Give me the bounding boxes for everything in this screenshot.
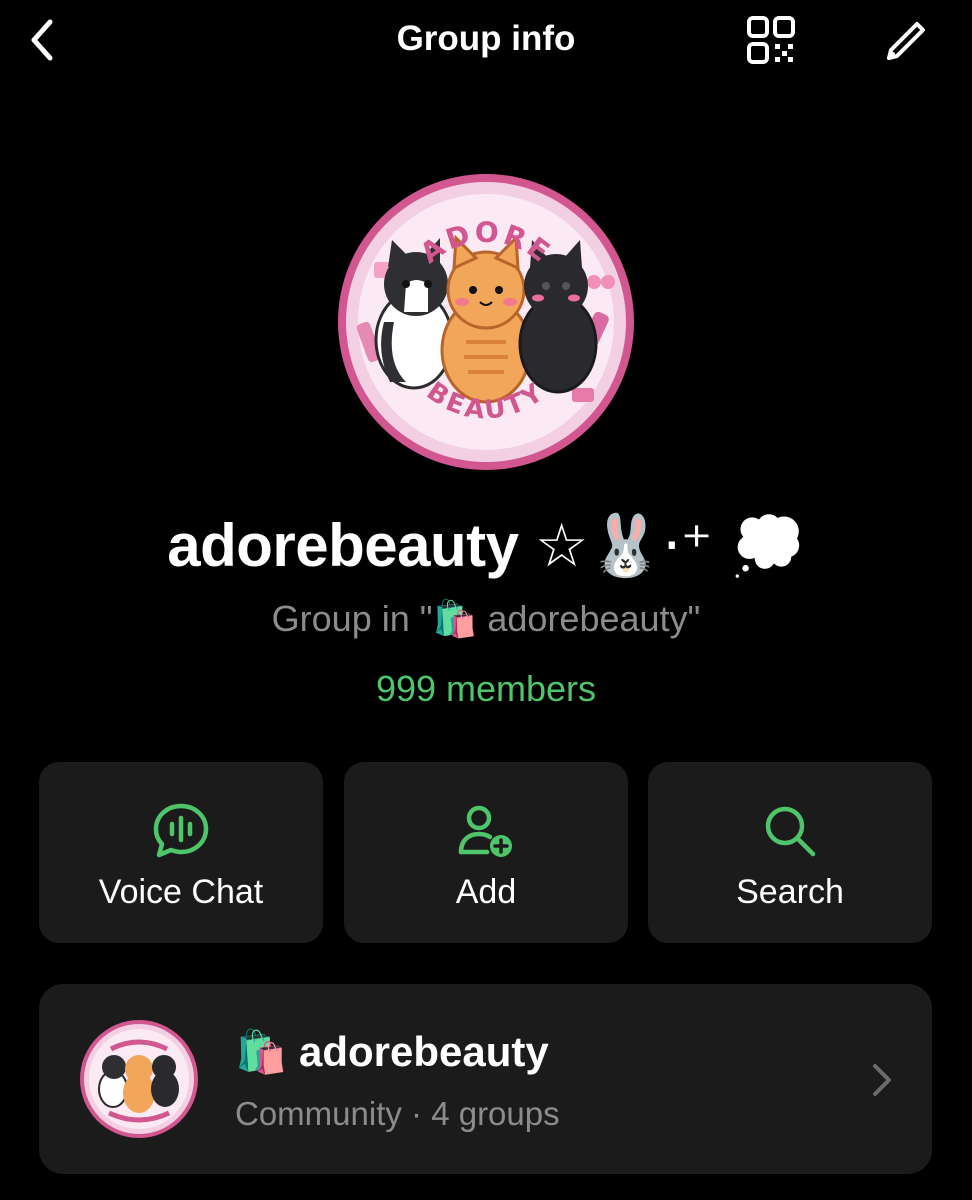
- community-logo: [80, 1020, 198, 1138]
- shopping-bags-icon: 🛍️: [235, 1027, 288, 1076]
- community-name: 🛍️ adorebeauty: [235, 1026, 549, 1078]
- community-avatar: [79, 1019, 199, 1139]
- group-name-decor: ☆🐰⋅⁺ 💭: [534, 511, 806, 581]
- add-user-icon: [458, 805, 512, 857]
- group-avatar[interactable]: ADORE BEAUTY: [336, 172, 636, 472]
- search-label: Search: [736, 873, 844, 911]
- subtitle-community-name: adorebeauty": [487, 598, 701, 639]
- chevron-right-icon: [873, 1064, 891, 1096]
- voice-chat-button[interactable]: Voice Chat: [39, 762, 323, 943]
- add-member-button[interactable]: Add: [344, 762, 628, 943]
- qr-code-button[interactable]: [742, 12, 800, 68]
- qr-code-icon: [747, 16, 795, 64]
- pencil-icon: [887, 22, 925, 60]
- group-name-text: adorebeauty: [167, 512, 519, 579]
- group-name: adorebeauty ☆🐰⋅⁺ 💭: [0, 508, 972, 584]
- community-card[interactable]: 🛍️ adorebeauty Community · 4 groups: [39, 984, 932, 1174]
- adore-beauty-logo: ADORE BEAUTY: [338, 174, 634, 470]
- voice-chat-icon: [153, 803, 209, 858]
- group-subtitle[interactable]: Group in "🛍️ adorebeauty": [0, 596, 972, 643]
- group-info-screen: Group info ADORE BEAUTY adorebeauty ☆🐰⋅⁺…: [0, 0, 972, 1200]
- add-label: Add: [455, 873, 517, 911]
- member-count[interactable]: 999 members: [0, 666, 972, 712]
- voice-chat-label: Voice Chat: [98, 873, 264, 911]
- subtitle-prefix: Group in ": [271, 598, 433, 639]
- search-button[interactable]: Search: [648, 762, 932, 943]
- community-name-text: adorebeauty: [298, 1028, 549, 1075]
- shopping-bags-icon: 🛍️: [432, 599, 478, 640]
- edit-button[interactable]: [876, 12, 934, 68]
- page-title: Group info: [396, 19, 576, 58]
- community-meta: Community · 4 groups: [235, 1095, 560, 1132]
- search-icon: [765, 806, 816, 857]
